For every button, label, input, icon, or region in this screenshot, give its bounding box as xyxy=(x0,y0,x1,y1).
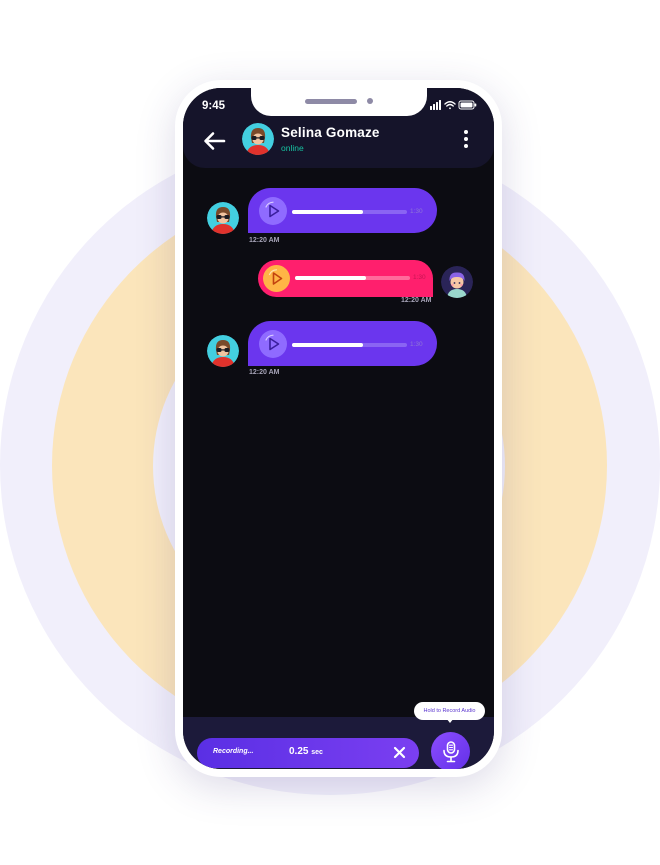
stage: 9:45 Selina Gomaze online 1:30 12:20 AM … xyxy=(0,0,660,865)
audio-progress-fill xyxy=(292,343,364,347)
battery-icon xyxy=(458,100,477,110)
play-button[interactable] xyxy=(263,265,290,292)
play-button[interactable] xyxy=(259,197,287,225)
audio-progress-fill xyxy=(295,276,367,280)
microphone-icon xyxy=(442,740,459,762)
audio-progress-track[interactable] xyxy=(292,343,407,347)
back-arrow-icon[interactable] xyxy=(202,128,228,154)
speaker-grille xyxy=(305,99,357,104)
recording-bar: Recording... 0.25 sec xyxy=(197,738,419,768)
recording-elapsed-value: 0.25 xyxy=(289,746,309,757)
recording-elapsed-unit: sec xyxy=(311,749,323,756)
front-camera xyxy=(367,98,373,104)
chat-header: 9:45 Selina Gomaze online xyxy=(183,88,494,168)
play-button[interactable] xyxy=(259,330,287,358)
message-time: 12:20 AM xyxy=(401,297,432,304)
phone-frame: 9:45 Selina Gomaze online 1:30 12:20 AM … xyxy=(175,80,502,777)
message-time: 12:20 AM xyxy=(249,237,280,244)
play-icon xyxy=(268,269,283,285)
voice-message-sent: 1:30 xyxy=(258,260,433,297)
chat-screen: 9:45 Selina Gomaze online 1:30 12:20 AM … xyxy=(183,88,494,769)
status-time: 9:45 xyxy=(202,100,226,112)
voice-message-received: 1:30 xyxy=(248,321,437,366)
contact-avatar[interactable] xyxy=(242,123,274,155)
audio-progress-track[interactable] xyxy=(295,276,410,280)
audio-duration: 1:30 xyxy=(410,208,423,215)
contact-name: Selina Gomaze xyxy=(281,125,380,140)
more-vertical-icon[interactable] xyxy=(459,128,473,150)
audio-duration: 1:30 xyxy=(413,274,426,281)
audio-progress-track[interactable] xyxy=(292,210,407,214)
woman-avatar-icon xyxy=(207,335,239,367)
boy-avatar-icon xyxy=(441,266,473,298)
wifi-icon xyxy=(444,101,456,110)
recording-label: Recording... xyxy=(213,748,254,755)
close-icon[interactable] xyxy=(393,746,406,759)
sender-avatar xyxy=(207,202,239,234)
contact-status: online xyxy=(281,143,304,153)
play-icon xyxy=(265,334,280,351)
record-audio-button[interactable] xyxy=(431,732,470,769)
message-time: 12:20 AM xyxy=(249,369,280,376)
audio-progress-fill xyxy=(292,210,364,214)
sender-avatar xyxy=(207,335,239,367)
tooltip-tail xyxy=(446,718,454,723)
phone-notch xyxy=(251,88,427,116)
voice-message-received: 1:30 xyxy=(248,188,437,233)
recording-elapsed: 0.25 sec xyxy=(289,746,323,757)
signal-icon xyxy=(430,100,441,110)
woman-avatar-icon xyxy=(242,123,274,155)
woman-avatar-icon xyxy=(207,202,239,234)
play-icon xyxy=(265,201,280,218)
audio-duration: 1:30 xyxy=(410,341,423,348)
own-avatar xyxy=(441,266,473,298)
status-icons xyxy=(430,100,477,110)
